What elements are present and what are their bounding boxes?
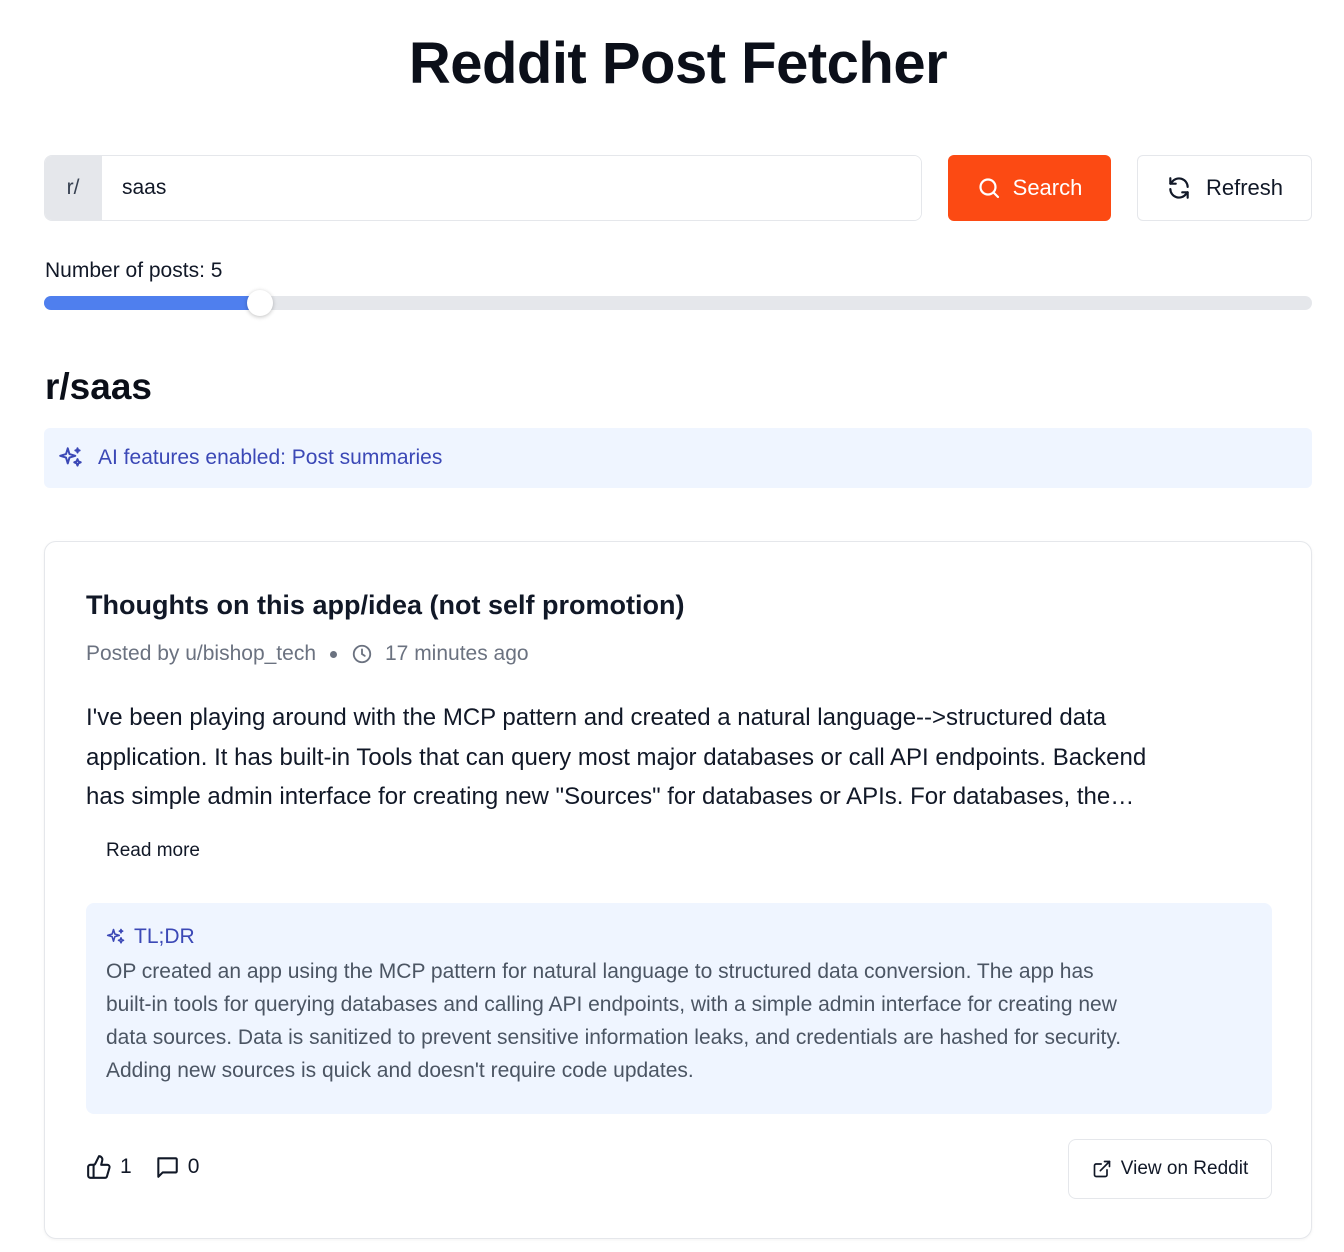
refresh-button-label: Refresh <box>1205 175 1284 200</box>
comment-icon <box>154 1154 180 1180</box>
search-button-label: Search <box>1012 175 1083 200</box>
upvote-stat: 1 <box>86 1154 132 1180</box>
post-count-slider[interactable] <box>44 290 1312 316</box>
refresh-button[interactable]: Refresh <box>1137 155 1312 221</box>
ai-features-banner: AI features enabled: Post summaries <box>44 428 1312 488</box>
tldr-header: TL;DR <box>106 925 1252 949</box>
view-on-reddit-button[interactable]: View on Reddit <box>1068 1139 1272 1199</box>
read-more-button[interactable]: Read more <box>106 840 200 862</box>
tldr-line: Adding new sources is quick and doesn't … <box>106 1059 694 1082</box>
upvote-count: 1 <box>120 1155 132 1178</box>
page-title: Reddit Post Fetcher <box>408 31 948 96</box>
subreddit-prefix: r/ <box>45 156 102 220</box>
post-meta: Posted by u/bishop_tech 17 minutes ago <box>86 642 529 666</box>
page: Reddit Post Fetcher r/ Search Refresh <box>0 0 1344 1252</box>
sparkles-icon <box>106 927 126 947</box>
meta-separator <box>330 650 337 658</box>
tldr-box: TL;DR OP created an app using the MCP pa… <box>86 903 1272 1114</box>
post-body-line: has simple admin interface for creating … <box>86 783 1135 810</box>
post-count-label: Number of posts: 5 <box>45 259 223 282</box>
tldr-line: built-in tools for querying databases an… <box>106 993 1117 1016</box>
subreddit-input-group: r/ <box>44 155 922 221</box>
comment-stat: 0 <box>154 1154 200 1180</box>
post-body-line: application. It has built-in Tools that … <box>86 743 1147 771</box>
search-button[interactable]: Search <box>948 155 1111 221</box>
subreddit-heading: r/saas <box>45 366 152 407</box>
thumbs-up-icon <box>86 1154 112 1180</box>
search-bar: r/ Search Refresh <box>44 155 1312 221</box>
ai-banner-text: AI features enabled: Post summaries <box>98 446 443 469</box>
post-card: Thoughts on this app/idea (not self prom… <box>44 541 1312 1239</box>
slider-thumb[interactable] <box>247 290 273 316</box>
post-stats: 1 0 <box>86 1154 221 1180</box>
tldr-label: TL;DR <box>134 925 195 948</box>
sparkles-icon <box>58 445 84 471</box>
tldr-line: data sources. Data is sanitized to preve… <box>106 1026 1122 1049</box>
post-author: Posted by u/bishop_tech <box>86 642 316 665</box>
comment-count: 0 <box>187 1155 200 1178</box>
search-icon <box>977 176 1001 200</box>
tldr-summary: OP created an app using the MCP pattern … <box>106 955 1252 1087</box>
view-on-reddit-label: View on Reddit <box>1120 1158 1249 1179</box>
subreddit-input[interactable] <box>102 156 921 220</box>
post-time: 17 minutes ago <box>385 642 529 665</box>
tldr-line: OP created an app using the MCP pattern … <box>106 960 1094 983</box>
post-title[interactable]: Thoughts on this app/idea (not self prom… <box>86 590 684 621</box>
slider-fill <box>44 296 260 310</box>
clock-icon <box>351 643 373 665</box>
post-body-line: I've been playing around with the MCP pa… <box>86 704 1107 731</box>
post-body: I've been playing around with the MCP pa… <box>86 698 1286 817</box>
external-link-icon <box>1092 1159 1112 1179</box>
refresh-icon <box>1166 175 1192 201</box>
